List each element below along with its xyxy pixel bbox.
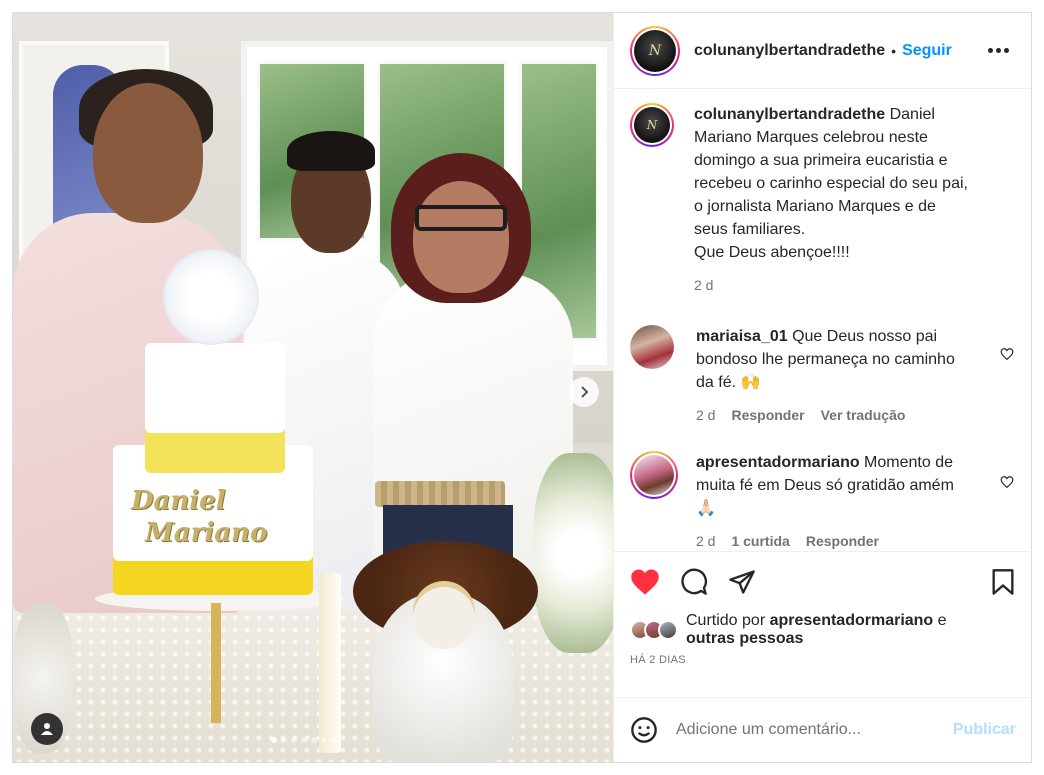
liked-by-prefix: Curtido por	[686, 612, 770, 629]
user-tag-icon	[41, 723, 53, 735]
comment-time: 2 d	[696, 407, 716, 423]
comment-text: bondoso lhe permaneça no caminho	[696, 351, 955, 368]
emoji-icon[interactable]	[630, 716, 658, 744]
carousel-dot	[271, 737, 277, 743]
author-username[interactable]: colunanylbertandradethe	[694, 42, 885, 60]
post-date[interactable]: HÁ 2 DIAS	[614, 648, 1032, 666]
caption-text-line: domingo a sua primeira eucaristia e	[694, 152, 948, 169]
carousel-dot	[291, 737, 297, 743]
caption-avatar[interactable]: N	[630, 103, 674, 147]
liked-by-others[interactable]: outras pessoas	[686, 630, 803, 647]
flower-arrangement	[533, 453, 613, 653]
comment-like-heart-icon[interactable]	[1000, 347, 1014, 361]
author-avatar[interactable]: N	[630, 25, 680, 76]
comment-text: 🙏🏻	[696, 500, 716, 517]
chevron-right-icon	[581, 386, 589, 398]
post-actions: Curtido por apresentadormariano e outras…	[614, 551, 1032, 666]
save-icon[interactable]	[990, 568, 1016, 596]
comments-list[interactable]: N colunanylbertandradethe Daniel Mariano…	[614, 89, 1032, 551]
carousel-dot	[321, 737, 327, 743]
comment-text: muita fé em Deus só gratidão amém	[696, 477, 954, 494]
liked-by-user[interactable]: apresentadormariano	[770, 612, 934, 629]
carousel-dot	[281, 737, 287, 743]
caption-username[interactable]: colunanylbertandradethe	[694, 106, 885, 123]
post-side-panel: N colunanylbertandradethe • Seguir N col…	[613, 13, 1032, 762]
more-icon	[988, 48, 993, 53]
comment-time: 2 d	[696, 533, 716, 549]
comment-icon[interactable]	[680, 568, 708, 596]
comment-item: apresentadormariano Momento de muita fé …	[630, 451, 986, 551]
share-icon[interactable]	[728, 568, 756, 596]
caption-text-line: Mariano Marques celebrou neste	[694, 129, 928, 146]
cake-top-tier	[145, 343, 285, 473]
follow-button[interactable]: Seguir	[902, 42, 952, 60]
add-comment-bar: Publicar	[614, 697, 1032, 762]
post-photo[interactable]: Daniel Mariano	[13, 13, 613, 762]
commenter-avatar[interactable]	[630, 325, 674, 369]
more-options-button[interactable]	[982, 42, 1015, 59]
comment-item: mariaisa_01 Que Deus nosso pai bondoso l…	[630, 325, 986, 427]
candle	[319, 573, 341, 753]
translate-button[interactable]: Ver tradução	[821, 404, 906, 427]
caption-text-line: Que Deus abençoe!!!!	[694, 244, 850, 261]
caption-time: 2 d	[694, 277, 714, 293]
caption-text-line: recebeu o carinho especial do seu pai,	[694, 175, 968, 192]
carousel-dot	[311, 737, 317, 743]
carousel-dots	[271, 737, 337, 743]
comment-input[interactable]	[676, 721, 953, 739]
comment-likes-count[interactable]: 1 curtida	[731, 530, 789, 551]
caption-text-line: seus familiares.	[694, 221, 806, 238]
heart-icon[interactable]	[630, 568, 660, 596]
caption: N colunanylbertandradethe Daniel Mariano…	[630, 103, 1004, 297]
user-tag-button[interactable]	[31, 713, 63, 745]
commenter-avatar[interactable]	[630, 451, 678, 499]
cake-name-topper: Daniel Mariano	[131, 486, 268, 548]
reply-button[interactable]: Responder	[806, 530, 879, 551]
post-header: N colunanylbertandradethe • Seguir	[614, 13, 1031, 89]
liked-by-suffix: e	[933, 612, 947, 629]
instagram-post: Daniel Mariano N colunanylbertandradethe…	[12, 12, 1032, 763]
carousel-dot	[331, 737, 337, 743]
carousel-dot	[301, 737, 307, 743]
caption-text-line: o jornalista Mariano Marques e de	[694, 198, 936, 215]
comment-text: da fé. 🙌	[696, 374, 761, 391]
cake-topper	[163, 249, 259, 345]
carousel-next-button[interactable]	[569, 377, 599, 407]
comment-text: Momento de	[859, 454, 953, 471]
comment-username[interactable]: apresentadormariano	[696, 454, 860, 471]
reply-button[interactable]: Responder	[731, 404, 804, 427]
publish-button[interactable]: Publicar	[953, 721, 1016, 739]
comment-username[interactable]: mariaisa_01	[696, 328, 788, 345]
header-separator: •	[891, 42, 897, 59]
liker-avatars[interactable]	[630, 620, 678, 640]
caption-text-line: Daniel	[885, 106, 935, 123]
comment-text: Que Deus nosso pai	[787, 328, 938, 345]
avatar-logo: N	[634, 29, 676, 72]
liked-by: Curtido por apresentadormariano e outras…	[614, 612, 1032, 648]
comment-like-heart-icon[interactable]	[1000, 475, 1014, 489]
